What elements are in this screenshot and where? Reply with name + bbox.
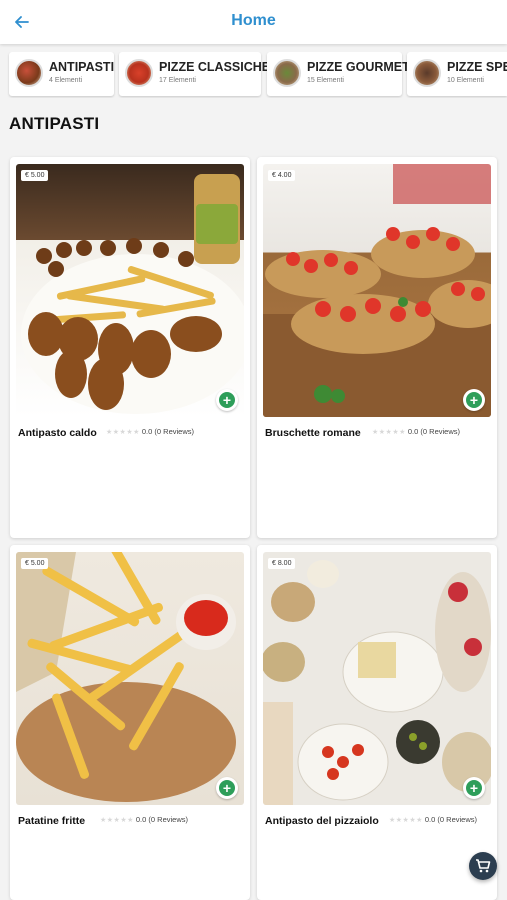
rating-stars: ★★★★★ — [100, 817, 134, 824]
product-image: € 5.00 + — [16, 552, 244, 805]
category-chip-pizze-speciali[interactable]: PIZZE SPE 10 Elementi — [407, 52, 507, 96]
rating-text: 0.0 (0 Reviews) — [407, 427, 460, 436]
product-image: € 4.00 + — [263, 164, 491, 417]
add-to-cart-button[interactable]: + — [463, 777, 485, 799]
app-bar: Home — [0, 0, 507, 44]
category-count: 10 Elementi — [447, 77, 484, 84]
price-badge: € 5.00 — [21, 170, 49, 181]
category-chip-pizze-gourmet[interactable]: PIZZE GOURMET 15 Elementi — [267, 52, 410, 96]
food-illustration — [16, 552, 236, 802]
product-image: € 8.00 + — [263, 552, 491, 805]
category-thumbnail — [273, 59, 301, 87]
add-to-cart-button[interactable]: + — [463, 389, 485, 411]
category-name: PIZZE GOURMET — [307, 60, 410, 74]
product-rating: ★★★★★ 0.0 (0 Reviews) — [100, 815, 188, 824]
price-badge: € 8.00 — [268, 558, 296, 569]
plus-icon: + — [466, 392, 482, 408]
add-to-cart-button[interactable]: + — [216, 389, 238, 411]
category-thumbnail — [15, 59, 43, 87]
category-thumbnail — [413, 59, 441, 87]
product-card[interactable]: € 5.00 + Patatine fritte ★★★★★ 0.0 (0 Rev… — [10, 545, 250, 900]
rating-text: 0.0 (0 Reviews) — [424, 815, 477, 824]
rating-text: 0.0 (0 Reviews) — [141, 427, 194, 436]
product-rating: ★★★★★ 0.0 (0 Reviews) — [372, 427, 460, 436]
category-bar: ANTIPASTI 4 Elementi PIZZE CLASSICHE 17 … — [0, 52, 507, 98]
plus-icon: + — [466, 780, 482, 796]
product-card[interactable]: € 8.00 + Antipasto del pizzaiolo ★★★★★ 0.… — [257, 545, 497, 900]
page-title: Home — [231, 12, 276, 29]
food-illustration — [21, 174, 244, 414]
product-name: Antipasto del pizzaiolo — [265, 815, 379, 827]
rating-text: 0.0 (0 Reviews) — [135, 815, 188, 824]
category-count: 17 Elementi — [159, 77, 196, 84]
category-name: ANTIPASTI — [49, 60, 115, 74]
section-title: ANTIPASTI — [9, 114, 100, 133]
category-count: 4 Elementi — [49, 77, 83, 84]
product-name: Bruschette romane — [265, 427, 361, 439]
product-name: Patatine fritte — [18, 815, 86, 827]
rating-stars: ★★★★★ — [372, 429, 406, 436]
product-image: € 5.00 + — [16, 164, 244, 417]
product-card[interactable]: € 5.00 + Antipasto caldo ★★★★★ 0.0 (0 Rev… — [10, 157, 250, 538]
category-name: PIZZE CLASSICHE — [159, 60, 271, 74]
price-badge: € 4.00 — [268, 170, 296, 181]
add-to-cart-button[interactable]: + — [216, 777, 238, 799]
plus-icon: + — [219, 780, 235, 796]
cart-button[interactable] — [469, 852, 497, 880]
product-rating: ★★★★★ 0.0 (0 Reviews) — [106, 427, 194, 436]
product-rating: ★★★★★ 0.0 (0 Reviews) — [389, 815, 477, 824]
plus-icon: + — [219, 392, 235, 408]
category-count: 15 Elementi — [307, 77, 344, 84]
food-illustration — [263, 560, 491, 805]
category-name: PIZZE SPE — [447, 60, 507, 74]
cart-icon — [476, 859, 491, 873]
category-chip-pizze-classiche[interactable]: PIZZE CLASSICHE 17 Elementi — [119, 52, 270, 96]
product-name: Antipasto caldo — [18, 427, 97, 439]
rating-stars: ★★★★★ — [106, 429, 140, 436]
category-chip-antipasti[interactable]: ANTIPASTI 4 Elementi — [9, 52, 114, 96]
category-thumbnail — [125, 59, 153, 87]
price-badge: € 5.00 — [21, 558, 49, 569]
product-card[interactable]: € 4.00 + Bruschette romane ★★★★★ 0.0 (0 R… — [257, 157, 497, 538]
food-illustration — [263, 164, 491, 417]
rating-stars: ★★★★★ — [389, 817, 423, 824]
